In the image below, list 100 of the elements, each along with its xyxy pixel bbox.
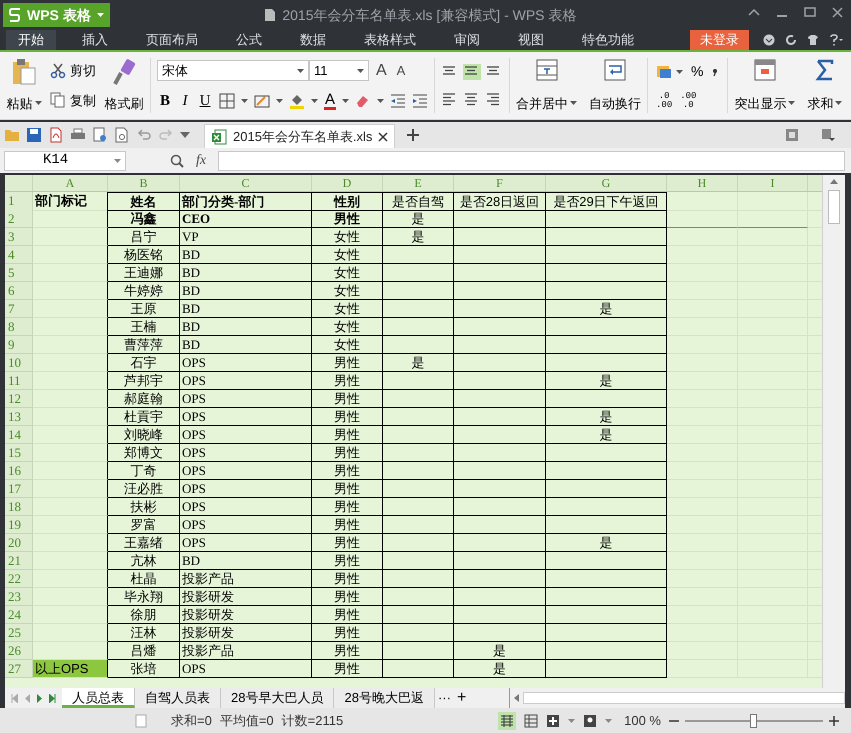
percent-button[interactable]: %	[687, 61, 708, 82]
empty-cell[interactable]	[383, 606, 454, 624]
table-cell[interactable]: 男性	[312, 444, 383, 462]
table-cell[interactable]: 男性	[312, 372, 383, 390]
table-cell[interactable]: 吕燔	[108, 642, 180, 660]
empty-cell[interactable]	[383, 498, 454, 516]
add-sheet-button[interactable]: +	[454, 688, 470, 708]
table-cell[interactable]: 男性	[312, 642, 383, 660]
empty-cell[interactable]	[383, 426, 454, 444]
empty-cell[interactable]	[383, 264, 454, 282]
caret-icon[interactable]	[342, 99, 350, 104]
table-cell[interactable]: BD	[180, 318, 312, 336]
table-cell[interactable]: 是否28日返回	[454, 192, 546, 211]
empty-cell[interactable]	[454, 390, 546, 408]
empty-cell[interactable]	[546, 642, 667, 660]
vertical-scrollbar[interactable]	[822, 175, 845, 688]
table-cell[interactable]: 女性	[312, 264, 383, 282]
format-painter-button[interactable]: 格式刷	[102, 52, 146, 119]
page-preview-icon[interactable]	[114, 127, 130, 143]
empty-cell[interactable]	[546, 570, 667, 588]
table-cell[interactable]: 男性	[312, 408, 383, 426]
table-cell[interactable]: 刘晓峰	[108, 426, 180, 444]
empty-cell[interactable]	[546, 318, 667, 336]
caret-icon[interactable]	[297, 68, 304, 73]
scrollbar-thumb[interactable]	[828, 190, 840, 224]
empty-cell[interactable]	[454, 264, 546, 282]
empty-cell[interactable]	[383, 372, 454, 390]
empty-cell[interactable]	[546, 246, 667, 264]
table-cell[interactable]: 徐朋	[108, 606, 180, 624]
empty-cell[interactable]	[546, 390, 667, 408]
empty-cell[interactable]	[454, 228, 546, 246]
table-cell[interactable]: OPS	[180, 534, 312, 552]
table-cell[interactable]: OPS	[180, 444, 312, 462]
empty-cell[interactable]	[454, 516, 546, 534]
table-cell[interactable]: BD	[180, 282, 312, 300]
wrap-text-button[interactable]: 自动换行	[583, 52, 648, 119]
empty-cell[interactable]	[383, 408, 454, 426]
empty-cell[interactable]	[383, 570, 454, 588]
grow-font-button[interactable]: A	[373, 58, 390, 83]
sheet-tab[interactable]: 自驾人员表	[135, 688, 221, 708]
empty-cell[interactable]	[383, 300, 454, 318]
table-cell[interactable]: 男性	[312, 606, 383, 624]
table-cell[interactable]: 是	[383, 210, 454, 228]
table-cell[interactable]: BD	[180, 300, 312, 318]
row-number[interactable]: 15	[5, 444, 33, 462]
empty-cell[interactable]	[383, 444, 454, 462]
caret-icon[interactable]	[835, 101, 842, 106]
table-cell[interactable]: 男性	[312, 570, 383, 588]
font-color-button[interactable]: A	[324, 92, 336, 110]
table-cell[interactable]: 是	[383, 354, 454, 372]
table-cell[interactable]: BD	[180, 264, 312, 282]
paste-button[interactable]: 粘贴	[4, 52, 44, 119]
empty-cell[interactable]	[546, 210, 667, 228]
table-cell[interactable]: 是	[454, 642, 546, 660]
empty-cell[interactable]	[454, 426, 546, 444]
table-cell[interactable]: OPS	[180, 516, 312, 534]
table-cell[interactable]: 女性	[312, 246, 383, 264]
empty-cell[interactable]	[454, 354, 546, 372]
empty-cell[interactable]	[454, 570, 546, 588]
menu-tab[interactable]: 视图	[506, 30, 556, 50]
menu-tab[interactable]: 开始	[6, 30, 56, 50]
table-cell[interactable]: 女性	[312, 318, 383, 336]
table-cell[interactable]: BD	[180, 246, 312, 264]
table-cell[interactable]: OPS	[180, 426, 312, 444]
refresh-icon[interactable]	[785, 34, 797, 46]
table-cell[interactable]: 芦邦宇	[108, 372, 180, 390]
table-cell[interactable]: 冯鑫	[108, 210, 180, 228]
zoom-in-icon[interactable]	[829, 716, 839, 726]
empty-cell[interactable]	[383, 660, 454, 678]
caret-icon[interactable]	[34, 101, 42, 106]
table-cell[interactable]: 男性	[312, 390, 383, 408]
empty-cell[interactable]	[546, 498, 667, 516]
copy-button[interactable]: 复制	[50, 90, 96, 110]
add-tab-icon[interactable]	[407, 129, 420, 141]
table-cell[interactable]: 石宇	[108, 354, 180, 372]
table-cell[interactable]: 汪林	[108, 624, 180, 642]
empty-cell[interactable]	[546, 588, 667, 606]
empty-cell[interactable]	[454, 606, 546, 624]
empty-cell[interactable]	[454, 444, 546, 462]
table-cell[interactable]: 男性	[312, 426, 383, 444]
table-cell[interactable]: 汪必胜	[108, 480, 180, 498]
table-cell[interactable]: 罗富	[108, 516, 180, 534]
empty-cell[interactable]	[546, 606, 667, 624]
table-cell[interactable]: 王原	[108, 300, 180, 318]
insert-function-button[interactable]: fx	[196, 150, 206, 171]
more-sheets-button[interactable]: ···	[434, 688, 454, 708]
empty-cell[interactable]	[454, 534, 546, 552]
empty-cell[interactable]	[546, 264, 667, 282]
empty-cell[interactable]	[383, 516, 454, 534]
pdf-export-icon[interactable]	[48, 127, 64, 143]
table-cell[interactable]: OPS	[180, 498, 312, 516]
table-cell[interactable]: VP	[180, 228, 312, 246]
table-cell[interactable]: 是	[383, 228, 454, 246]
font-name-dropdown[interactable]: 宋体	[157, 60, 309, 82]
table-cell[interactable]: 女性	[312, 228, 383, 246]
sum-button[interactable]: 求和	[801, 52, 848, 119]
table-cell[interactable]: 郝庭翰	[108, 390, 180, 408]
table-cell[interactable]: OPS	[180, 660, 312, 678]
caret-icon[interactable]	[788, 101, 796, 106]
menu-tab[interactable]: 公式	[224, 30, 274, 50]
